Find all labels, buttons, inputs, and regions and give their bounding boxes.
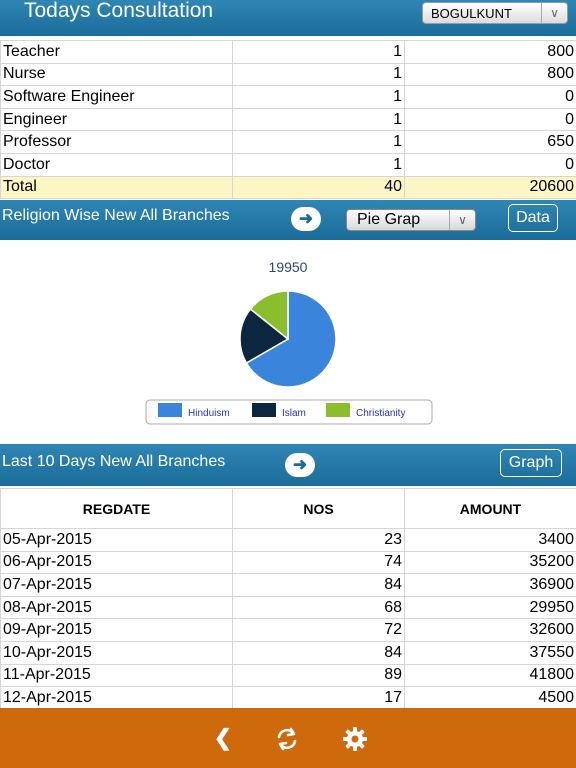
profession-name: Engineer [0, 107, 233, 132]
row-amount: 3400 [404, 528, 576, 552]
table-row[interactable]: 05-Apr-2015 23 3400 [0, 528, 576, 552]
table-row[interactable]: 11-Apr-2015 89 41800 [0, 663, 576, 688]
back-icon[interactable]: ❮ [208, 724, 238, 754]
religion-pie-chart: 19950 Hinduism Islam Christianity [145, 259, 433, 425]
row-amount: 36900 [404, 573, 576, 597]
chevron-down-icon: ∨ [541, 3, 567, 23]
table-row[interactable]: 08-Apr-2015 68 29950 [0, 595, 576, 620]
chevron-down-icon: ∨ [449, 210, 475, 230]
row-nos: 84 [232, 640, 405, 665]
row-nos: 23 [232, 528, 405, 552]
profession-count: 1 [232, 130, 405, 154]
branch-select-value: BOGULKUNT [431, 6, 512, 21]
row-date: 10-Apr-2015 [0, 640, 233, 665]
legend-swatch-hinduism [158, 403, 182, 417]
table-row[interactable]: Professor 1 650 [0, 130, 576, 154]
profession-table: Teacher 1 800 Nurse 1 800 Software Engin… [0, 40, 576, 200]
chart-type-value: Pie Grap [357, 211, 421, 228]
row-amount: 29950 [404, 595, 576, 620]
total-label: Total [0, 175, 233, 200]
row-amount: 4500 [404, 686, 576, 710]
profession-count: 1 [232, 40, 405, 64]
table-row[interactable]: 06-Apr-2015 74 35200 [0, 550, 576, 575]
profession-name: Software Engineer [0, 85, 233, 109]
total-row: Total 40 20600 [0, 175, 576, 200]
legend-swatch-christianity [326, 403, 350, 417]
days-section-bar: Last 10 Days New All Branches ➜ [0, 444, 576, 486]
legend-label-christianity: Christianity [356, 408, 405, 419]
table-row[interactable]: 09-Apr-2015 72 32600 [0, 618, 576, 642]
row-date: 05-Apr-2015 [0, 528, 233, 552]
row-amount: 37550 [404, 640, 576, 665]
table-row[interactable]: Software Engineer 1 0 [0, 85, 576, 109]
row-date: 07-Apr-2015 [0, 573, 233, 597]
arrow-right-icon[interactable]: ➜ [285, 453, 315, 477]
legend-swatch-islam [252, 403, 276, 417]
table-row[interactable]: Engineer 1 0 [0, 107, 576, 132]
profession-name: Professor [0, 130, 233, 154]
row-nos: 72 [232, 618, 405, 642]
chart-legend: Hinduism Islam Christianity [145, 399, 433, 425]
profession-amount: 800 [404, 40, 576, 64]
table-row[interactable]: Teacher 1 800 [0, 40, 576, 64]
column-header-regdate: REGDATE [0, 488, 233, 529]
footer-toolbar: ❮ [0, 708, 576, 768]
legend-label-hinduism: Hinduism [188, 408, 230, 419]
row-nos: 89 [232, 663, 405, 688]
row-date: 08-Apr-2015 [0, 595, 233, 620]
profession-amount: 650 [404, 130, 576, 154]
data-button[interactable]: Data [508, 204, 558, 232]
row-amount: 41800 [404, 663, 576, 688]
profession-count: 1 [232, 85, 405, 109]
row-nos: 17 [232, 686, 405, 710]
chart-title: 19950 [269, 259, 308, 275]
days-section-label: Last 10 Days New All Branches [2, 453, 226, 470]
table-row[interactable]: 07-Apr-2015 84 36900 [0, 573, 576, 597]
row-date: 09-Apr-2015 [0, 618, 233, 642]
table-header-row: REGDATE NOS AMOUNT [0, 488, 576, 529]
days-table: REGDATE NOS AMOUNT 05-Apr-2015 23 3400 0… [0, 488, 576, 710]
row-amount: 32600 [404, 618, 576, 642]
profession-count: 1 [232, 62, 405, 87]
table-row[interactable]: Doctor 1 0 [0, 152, 576, 177]
row-date: 12-Apr-2015 [0, 686, 233, 710]
profession-name: Teacher [0, 40, 233, 64]
graph-button[interactable]: Graph [500, 449, 562, 477]
row-date: 06-Apr-2015 [0, 550, 233, 575]
profession-amount: 0 [404, 85, 576, 109]
table-row[interactable]: 12-Apr-2015 17 4500 [0, 686, 576, 710]
legend-label-islam: Islam [282, 408, 306, 419]
profession-amount: 0 [404, 152, 576, 177]
total-amount: 20600 [404, 175, 576, 200]
religion-section-bar: Religion Wise New All Branches ➜ Pie Gra… [0, 200, 576, 240]
column-header-amount: AMOUNT [404, 488, 576, 529]
profession-amount: 800 [404, 62, 576, 87]
profession-count: 1 [232, 107, 405, 132]
row-nos: 68 [232, 595, 405, 620]
row-date: 11-Apr-2015 [0, 663, 233, 688]
chart-type-select[interactable]: Pie Grap ∨ [346, 209, 476, 231]
settings-icon[interactable] [340, 724, 370, 754]
top-header-bar: Todays Consultation BOGULKUNT ∨ [0, 0, 576, 36]
branch-select[interactable]: BOGULKUNT ∨ [422, 2, 568, 24]
pie-slices [239, 290, 337, 388]
profession-amount: 0 [404, 107, 576, 132]
column-header-nos: NOS [232, 488, 405, 529]
row-nos: 74 [232, 550, 405, 575]
arrow-right-icon[interactable]: ➜ [291, 207, 321, 231]
refresh-icon[interactable] [272, 724, 302, 754]
profession-name: Nurse [0, 62, 233, 87]
table-row[interactable]: 10-Apr-2015 84 37550 [0, 640, 576, 665]
row-amount: 35200 [404, 550, 576, 575]
profession-name: Doctor [0, 152, 233, 177]
total-count: 40 [232, 175, 405, 200]
profession-count: 1 [232, 152, 405, 177]
row-nos: 84 [232, 573, 405, 597]
page-title: Todays Consultation [24, 0, 214, 22]
religion-section-label: Religion Wise New All Branches [2, 207, 230, 224]
table-row[interactable]: Nurse 1 800 [0, 62, 576, 87]
